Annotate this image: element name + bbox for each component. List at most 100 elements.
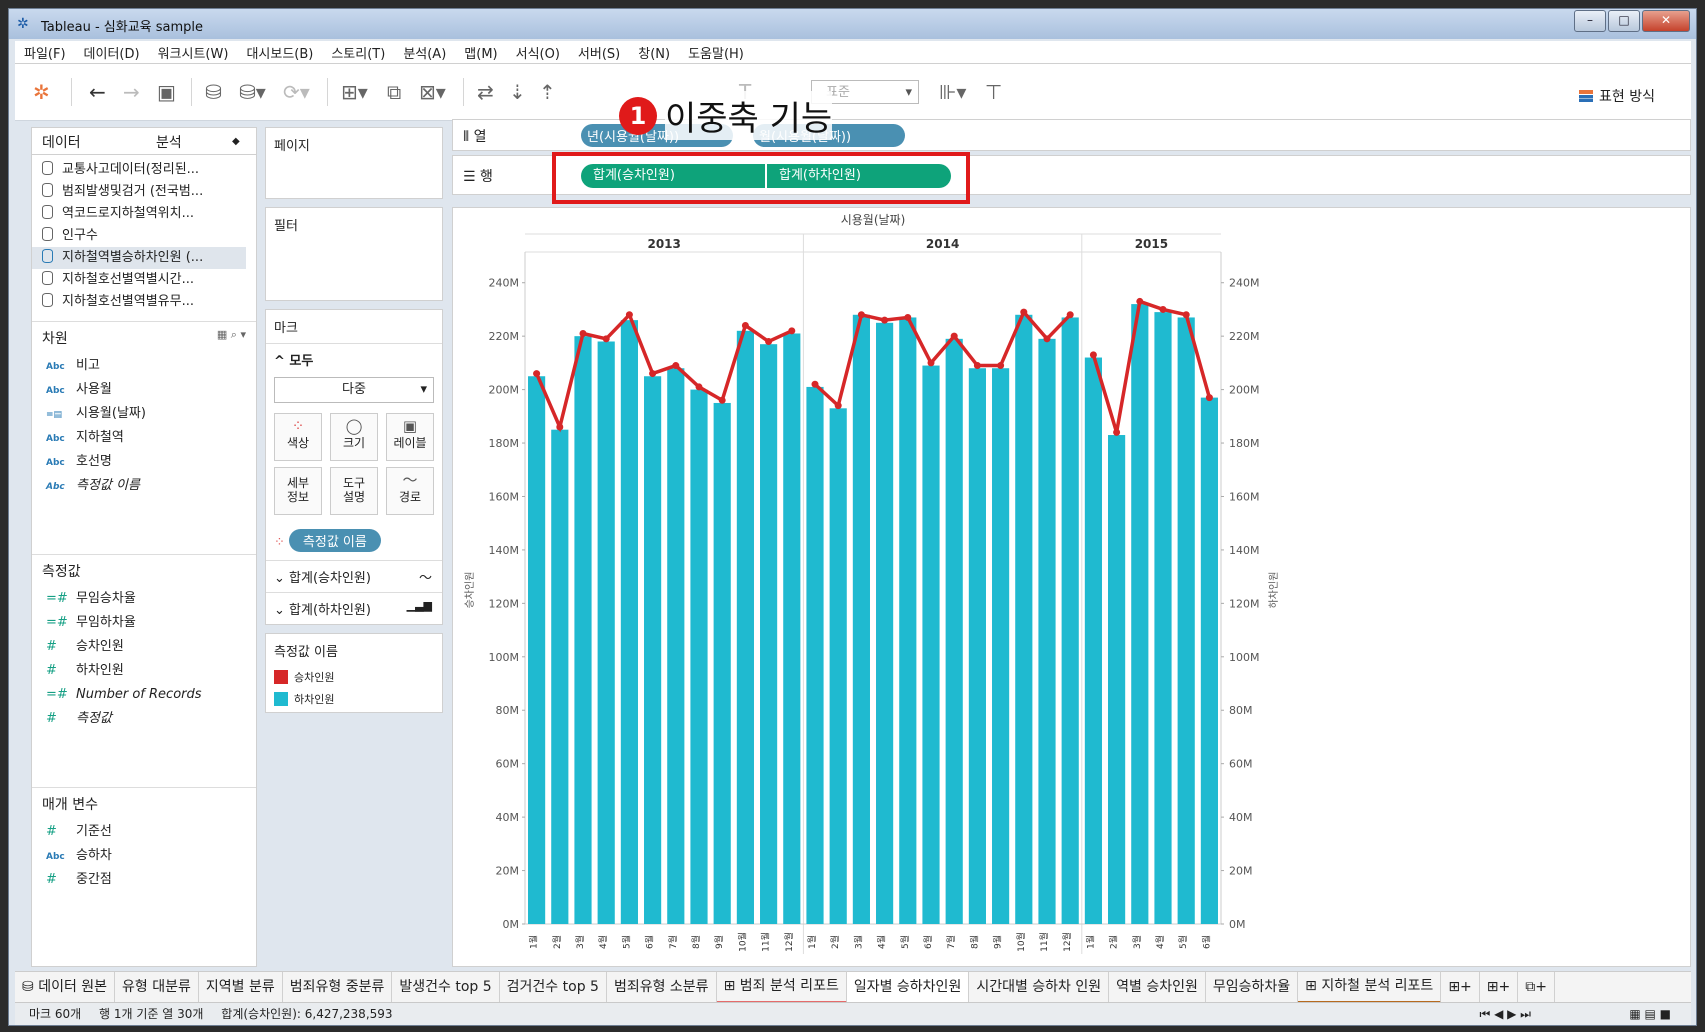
rows-icon: ☰ (463, 169, 481, 185)
month-tick-label: 2월 (829, 935, 841, 949)
parameter-field[interactable]: Abc 승하차 (32, 844, 256, 868)
tab-data[interactable]: 데이터 (42, 132, 81, 152)
tab-sheet[interactable]: 역별 승차인원 (1109, 972, 1206, 1002)
dimension-field[interactable]: Abc 지하철역 (32, 426, 256, 450)
menu-worksheet[interactable]: 워크시트(W) (158, 43, 229, 62)
tab-sheet[interactable]: 유형 대분류 (115, 972, 199, 1002)
size-button[interactable]: ◯ 크기 (330, 413, 378, 461)
tab-dashboard[interactable]: ⊞ 범죄 분석 리포트 (716, 970, 847, 1004)
measure-field[interactable]: =# 무임하차율 (32, 611, 256, 635)
marks-all-header[interactable]: ^ 모두 (266, 343, 442, 375)
parameter-field[interactable]: # 중간점 (32, 868, 256, 892)
new-datasource-icon[interactable]: ⛁ (205, 82, 222, 102)
tab-sheet-active[interactable]: 일자별 승하차인원 (846, 972, 970, 1002)
save-icon[interactable]: ▣ (157, 82, 176, 102)
tab-sheet[interactable]: 범죄유형 소분류 (607, 972, 717, 1002)
marks-card-sum-alighting[interactable]: ⌄ 합계(하차인원) ▁▃▆ (266, 592, 442, 624)
detail-button[interactable]: 세부 정보 (274, 467, 322, 515)
show-me-chart-icon[interactable]: ⊪▾ (939, 82, 966, 102)
new-story-tab-icon[interactable]: ⧉+ (1518, 972, 1555, 1002)
tab-datasource[interactable]: ⛁ 데이터 원본 (15, 972, 116, 1002)
new-worksheet-icon[interactable]: ⊞▾ (341, 82, 368, 102)
measure-names-pill[interactable]: 측정값 이름 (288, 529, 381, 552)
menu-help[interactable]: 도움말(H) (688, 43, 744, 62)
datasource-item[interactable]: 인구수 (32, 225, 256, 247)
tab-sheet[interactable]: 지역별 분류 (199, 972, 283, 1002)
pages-shelf[interactable]: 페이지 (265, 127, 443, 199)
tab-sheet[interactable]: 시간대별 승하차 인원 (969, 972, 1110, 1002)
window-title: Tableau - 심화교육 sample (41, 20, 204, 35)
database-icon (42, 293, 53, 307)
dimension-field[interactable]: Abc 측정값 이름 (32, 474, 256, 498)
maximize-button[interactable]: □ (1608, 10, 1640, 32)
tab-sheet[interactable]: 범죄유형 중분류 (283, 972, 393, 1002)
legend-item[interactable]: 하차인원 (266, 689, 442, 711)
dimension-field[interactable]: Abc 사용월 (32, 378, 256, 402)
swap-rows-columns-icon[interactable]: ⇄ (477, 82, 494, 102)
datasource-item[interactable]: 지하철호선별역별유무... (32, 291, 256, 313)
clear-sheet-icon[interactable]: ⊠▾ (419, 82, 446, 102)
tab-sheet[interactable]: 검거건수 top 5 (500, 972, 607, 1002)
back-arrow-icon[interactable]: ← (89, 82, 106, 102)
tableau-home-icon[interactable]: ✲ (33, 82, 50, 102)
datasource-item[interactable]: 역코드로지하철역위치... (32, 203, 256, 225)
measures-section: 측정값 =# 무임승차율 =# 무임하차율 # 승차인원 # 하차인원 =# Number… (32, 554, 256, 731)
menu-story[interactable]: 스토리(T) (331, 43, 385, 62)
dimension-field[interactable]: =▤ 시용월(날짜) (32, 402, 256, 426)
legend-item[interactable]: 승차인원 (266, 667, 442, 689)
search-icon[interactable]: ▦ ⌕ ▾ (217, 328, 246, 342)
marks-card-sum-boarding[interactable]: ⌄ 합계(승차인원) 〜 (266, 560, 442, 592)
datasource-item[interactable]: 범죄발생및검거 (전국범... (32, 181, 256, 203)
measure-field[interactable]: # 승차인원 (32, 635, 256, 659)
line-point (1089, 351, 1097, 359)
menu-analysis[interactable]: 분석(A) (403, 43, 446, 62)
dimension-field[interactable]: Abc 비고 (32, 354, 256, 378)
pane-menu-icon[interactable]: ◆ (232, 136, 240, 147)
menu-server[interactable]: 서버(S) (578, 43, 620, 62)
filters-shelf[interactable]: 필터 (265, 207, 443, 301)
refresh-icon[interactable]: ⟳▾ (283, 82, 310, 102)
datasource-item-active[interactable]: 지하철역별승하차인원 (... (32, 247, 246, 269)
menu-dashboard[interactable]: 대시보드(B) (246, 43, 313, 62)
menu-file[interactable]: 파일(F) (24, 43, 66, 62)
new-worksheet-tab-icon[interactable]: ⊞+ (1441, 972, 1480, 1002)
menu-window[interactable]: 창(N) (638, 43, 670, 62)
mark-type-dropdown[interactable]: 다중 ▾ (274, 377, 434, 403)
tab-analysis[interactable]: 분석 (156, 132, 182, 152)
menu-format[interactable]: 서식(O) (516, 43, 560, 62)
path-button[interactable]: 〜 경로 (386, 467, 434, 515)
measure-field[interactable]: # 하차인원 (32, 659, 256, 683)
presentation-mode-icon[interactable]: ⊤ (985, 82, 1002, 102)
datasource-item[interactable]: 지하철호선별역별시간... (32, 269, 256, 291)
color-button[interactable]: ⁘ 색상 (274, 413, 322, 461)
menu-data[interactable]: 데이터(D) (84, 43, 140, 62)
view-toggle-icon[interactable]: ▦ ▤ ■ (1629, 1003, 1671, 1025)
tab-sheet[interactable]: 무임승하차율 (1206, 972, 1299, 1002)
new-dashboard-tab-icon[interactable]: ⊞+ (1480, 972, 1519, 1002)
parameter-field[interactable]: # 기준선 (32, 820, 256, 844)
minimize-button[interactable]: – (1574, 10, 1606, 32)
forward-arrow-icon[interactable]: → (123, 82, 140, 102)
y-axis-label-left: 승차인원 (464, 572, 476, 609)
dimension-field[interactable]: Abc 호선명 (32, 450, 256, 474)
sort-ascending-icon[interactable]: ⇣ (509, 82, 526, 102)
show-me-button[interactable]: 표현 방식 (1579, 86, 1655, 106)
month-tick-label: 1월 (528, 935, 540, 949)
tab-sheet[interactable]: 발생건수 top 5 (392, 972, 500, 1002)
y-tick-label-left: 140M (489, 544, 520, 557)
date-type-icon: =▤ (46, 410, 63, 420)
menu-map[interactable]: 맵(M) (464, 43, 497, 62)
sort-descending-icon[interactable]: ⇡ (539, 82, 556, 102)
measure-field[interactable]: =# 무임승차율 (32, 587, 256, 611)
datasource-options-icon[interactable]: ⛁▾ (239, 82, 266, 102)
sheet-nav-icon[interactable]: ⏮ ◀ ▶ ⏭ (1479, 1003, 1531, 1025)
close-button[interactable]: ✕ (1642, 10, 1690, 32)
tab-dashboard[interactable]: ⊞ 지하철 분석 리포트 (1298, 970, 1442, 1004)
tooltip-button[interactable]: 도구 설명 (330, 467, 378, 515)
duplicate-sheet-icon[interactable]: ⧉ (387, 82, 401, 102)
menu-bar: 파일(F) 데이터(D) 워크시트(W) 대시보드(B) 스토리(T) 분석(A… (15, 41, 1691, 64)
measure-field[interactable]: # 측정값 (32, 707, 256, 731)
measure-field[interactable]: =# Number of Records (32, 683, 256, 707)
label-button[interactable]: ▣ 레이블 (386, 413, 434, 461)
datasource-item[interactable]: 교통사고데이터(정리된... (32, 159, 256, 181)
